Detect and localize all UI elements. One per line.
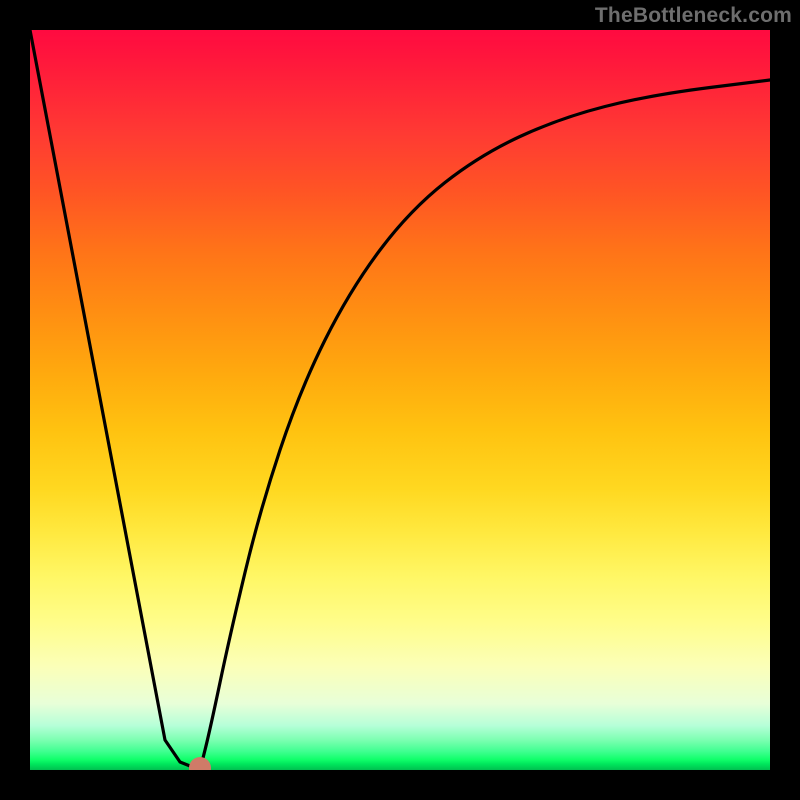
chart-frame: TheBottleneck.com <box>0 0 800 800</box>
curve-group <box>30 30 770 770</box>
curve-path <box>30 30 770 770</box>
plot-area <box>30 30 770 770</box>
minimum-dot <box>189 757 211 770</box>
watermark-text: TheBottleneck.com <box>595 4 792 28</box>
curve-layer <box>30 30 770 770</box>
